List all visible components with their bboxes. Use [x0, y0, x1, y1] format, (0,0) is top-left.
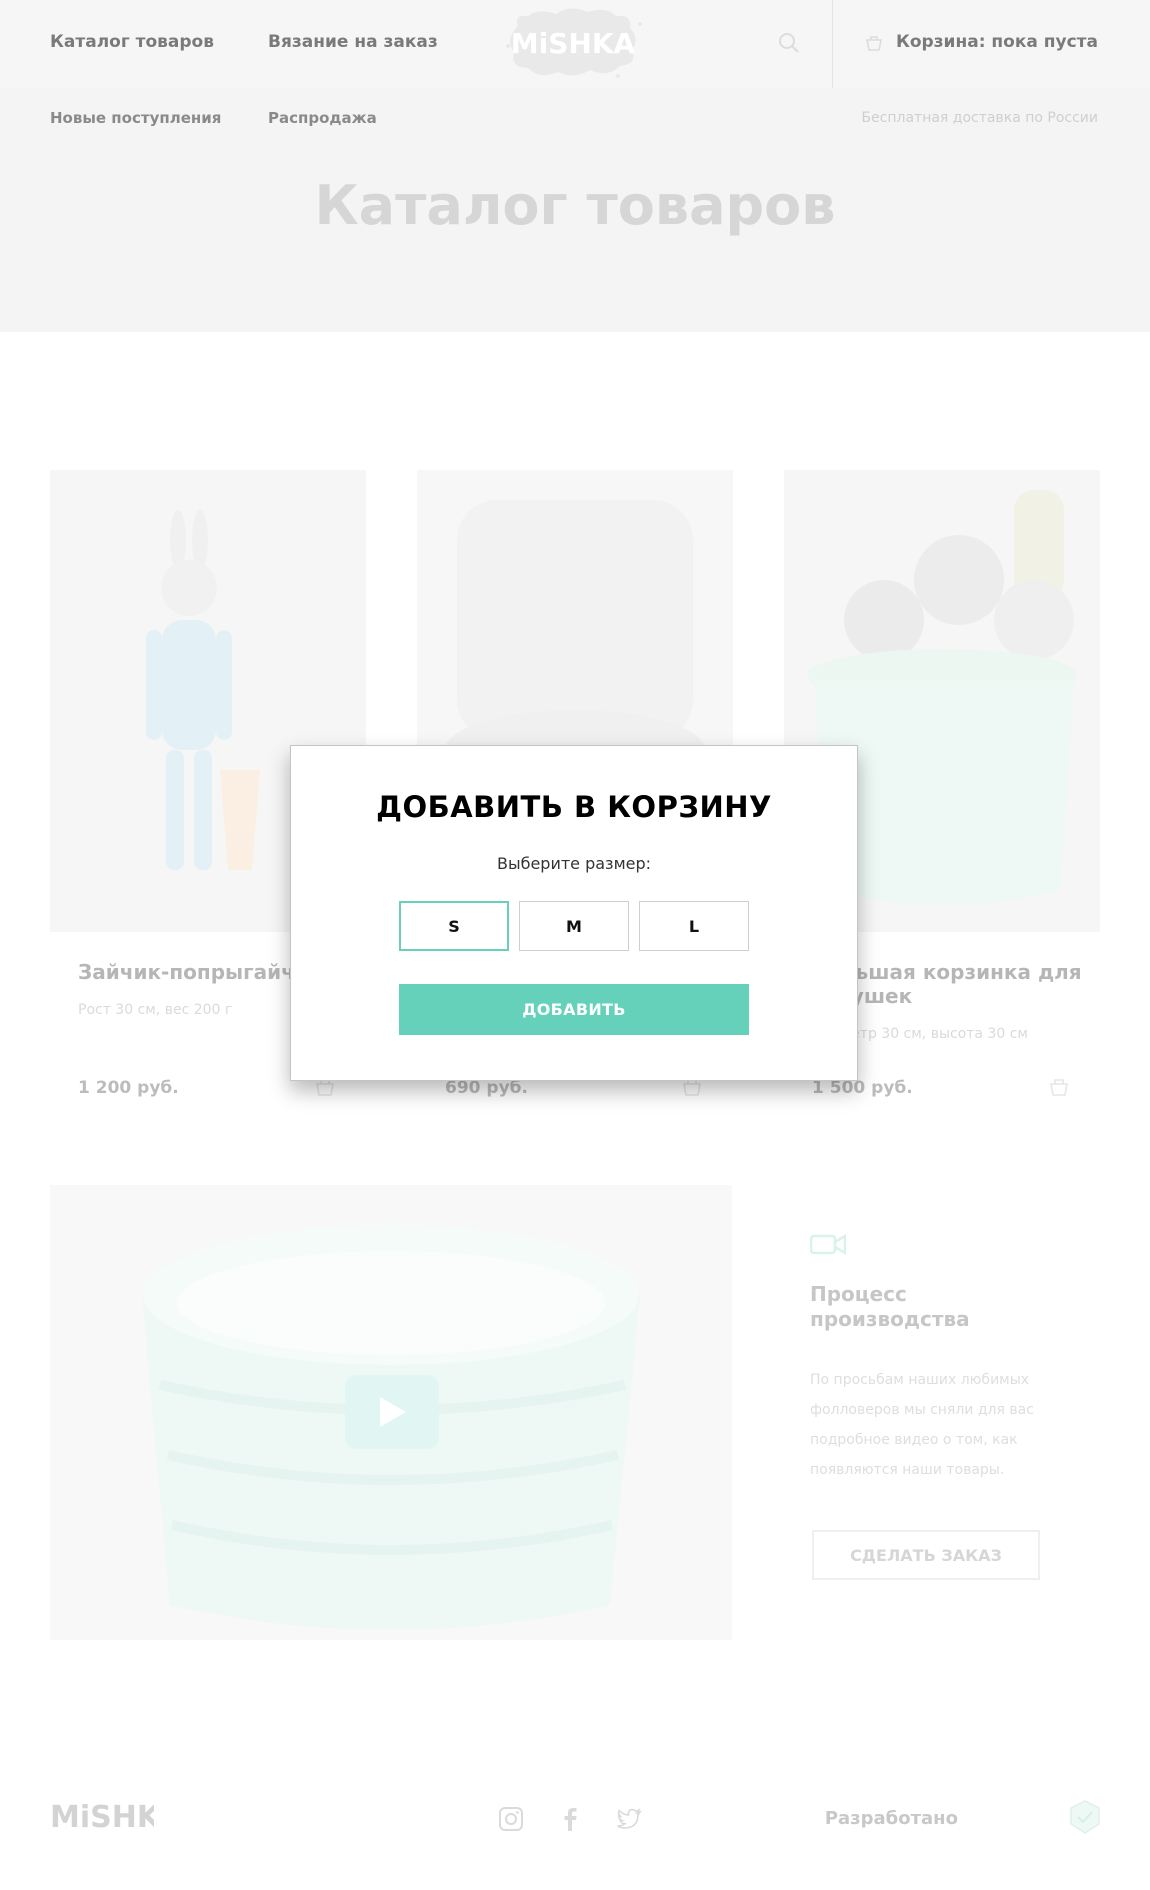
facebook-icon[interactable]: [557, 1806, 583, 1832]
developed-by-label: Разработано: [824, 1808, 958, 1829]
product-price: 1 500 руб.: [812, 1078, 913, 1098]
cart-icon[interactable]: [864, 33, 884, 53]
sub-navigation: Новые поступления Распродажа Бесплатная …: [0, 88, 1150, 152]
product-description: Рост 30 см, вес 200 г: [78, 1002, 233, 1018]
developer-badge-icon[interactable]: [1070, 1800, 1100, 1834]
nav-sale-link[interactable]: Распродажа: [268, 109, 377, 127]
footer-logo[interactable]: MiSHKA: [50, 1795, 154, 1835]
search-icon[interactable]: [778, 32, 800, 54]
nav-new-arrivals-link[interactable]: Новые поступления: [50, 109, 221, 127]
svg-text:MiSHKA: MiSHKA: [50, 1800, 154, 1835]
process-description: По просьбам наших любимых фолловеров мы …: [810, 1372, 1034, 1478]
site-header: Каталог товаров Вязание на заказ MiSHKA …: [0, 0, 1150, 88]
cart-status-link[interactable]: Корзина: пока пуста: [896, 32, 1098, 52]
header-divider: [832, 0, 833, 88]
nav-catalog-link[interactable]: Каталог товаров: [50, 32, 214, 52]
catalog-page: Каталог товаров Вязание на заказ MiSHKA …: [0, 0, 1150, 1890]
nav-custom-knitting-link[interactable]: Вязание на заказ: [268, 32, 438, 52]
size-m-button[interactable]: M: [519, 901, 629, 951]
size-l-button[interactable]: L: [639, 901, 749, 951]
process-title: Процесс производства: [810, 1282, 970, 1331]
production-video[interactable]: [50, 1185, 732, 1640]
size-prompt: Выберите размер:: [496, 854, 652, 873]
product-price: 1 200 руб.: [78, 1078, 179, 1098]
page-title: Каталог товаров: [314, 174, 836, 237]
add-to-cart-modal: ДОБАВИТЬ В КОРЗИНУ Выберите размер: S M …: [290, 745, 858, 1081]
order-button[interactable]: СДЕЛАТЬ ЗАКАЗ: [812, 1530, 1040, 1580]
add-button[interactable]: ДОБАВИТЬ: [399, 984, 749, 1035]
free-shipping-note: Бесплатная доставка по России: [861, 110, 1098, 126]
product-price: 690 руб.: [445, 1078, 528, 1098]
twitter-icon[interactable]: [616, 1806, 642, 1832]
instagram-icon[interactable]: [498, 1806, 524, 1832]
size-s-button[interactable]: S: [399, 901, 509, 951]
add-to-cart-icon[interactable]: [1048, 1077, 1070, 1097]
play-icon: [380, 1397, 406, 1427]
logo[interactable]: MiSHKA: [498, 6, 648, 82]
play-button[interactable]: [345, 1375, 439, 1449]
modal-title: ДОБАВИТЬ В КОРЗИНУ: [376, 790, 772, 824]
svg-text:MiSHKA: MiSHKA: [511, 27, 636, 60]
video-camera-icon: [810, 1233, 846, 1256]
